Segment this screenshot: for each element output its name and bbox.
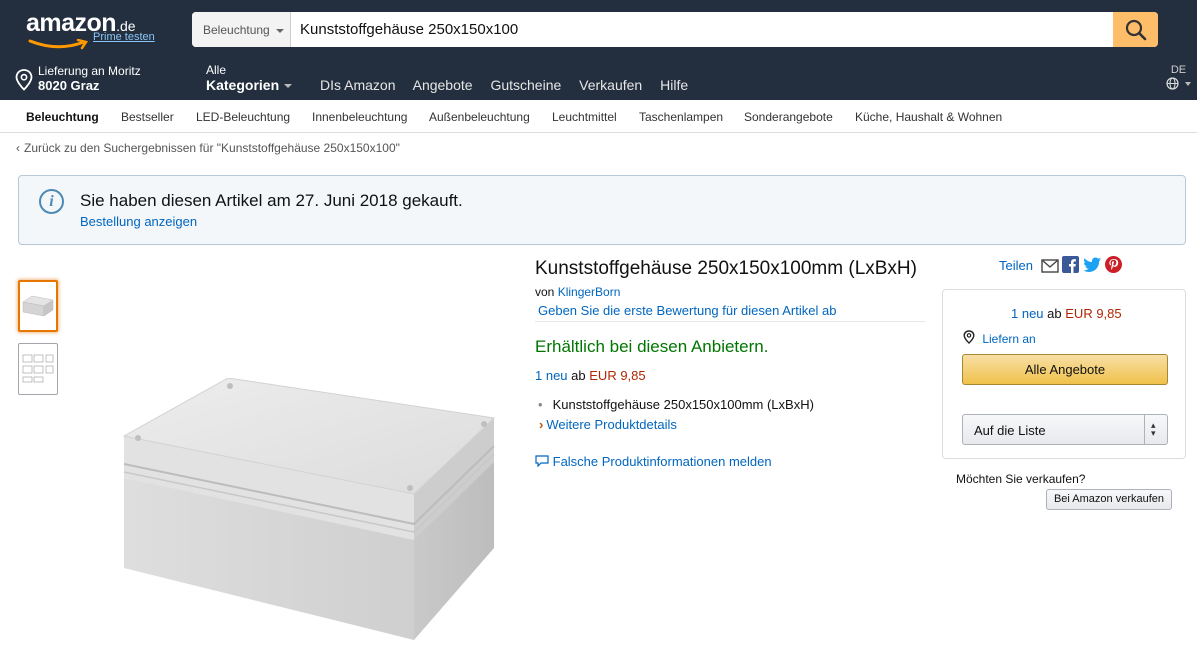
location-pin-icon xyxy=(963,330,975,344)
offer-price: EUR 9,85 xyxy=(589,368,646,383)
subnav-item-kitchen[interactable]: Küche, Haushalt & Wohnen xyxy=(855,110,1002,124)
thumbnail-2[interactable] xyxy=(18,343,58,395)
deliver-line1: Lieferung an Moritz xyxy=(38,64,141,78)
chevron-down-icon xyxy=(1185,81,1191,86)
search-bar: Beleuchtung xyxy=(192,12,1158,47)
subnav-item-flashlights[interactable]: Taschenlampen xyxy=(639,110,723,124)
search-category-label: Beleuchtung xyxy=(203,23,270,37)
buybox-offers-from: ab xyxy=(1047,306,1062,321)
all-offers-button[interactable]: Alle Angebote xyxy=(962,354,1168,385)
chevron-down-icon xyxy=(275,28,284,33)
language-label: DE xyxy=(1170,64,1187,76)
more-details-label: Weitere Produktdetails xyxy=(546,417,677,432)
report-info-link[interactable]: Falsche Produktinformationen melden xyxy=(535,454,772,469)
subnav-item-bulbs[interactable]: Leuchtmittel xyxy=(552,110,617,124)
updown-arrows-icon[interactable]: ▴ ▾ xyxy=(1151,421,1156,438)
buybox-deliver-to[interactable]: Liefern an xyxy=(963,330,1036,346)
buybox-deliver-label: Liefern an xyxy=(982,332,1036,346)
search-input[interactable] xyxy=(292,12,1112,47)
language-selector[interactable]: DE xyxy=(1166,64,1191,90)
amazon-logo[interactable]: amazon.de Prime testen xyxy=(26,9,155,50)
availability-sellers-link[interactable]: diesen Anbietern. xyxy=(637,337,768,356)
pinterest-icon[interactable] xyxy=(1105,256,1123,273)
search-icon xyxy=(1125,19,1146,40)
deliver-line2: 8020 Graz xyxy=(38,78,100,93)
buybox-offers: 1 neu ab EUR 9,85 xyxy=(1011,306,1122,321)
bullet-icon: • xyxy=(538,397,543,412)
purchased-notice-title: Sie haben diesen Artikel am 27. Juni 201… xyxy=(80,191,463,210)
subnav-item-outdoor[interactable]: Außenbeleuchtung xyxy=(429,110,530,124)
add-to-list-button[interactable]: Auf die Liste ▴ ▾ xyxy=(962,414,1168,445)
buy-box: 1 neu ab EUR 9,85 Liefern an Alle Angebo… xyxy=(942,289,1186,459)
sell-question: Möchten Sie verkaufen? xyxy=(956,472,1086,486)
byline-prefix: von xyxy=(535,285,555,299)
view-order-link[interactable]: Bestellung anzeigen xyxy=(80,214,197,229)
back-to-results-label: Zurück zu den Suchergebnissen für "Kunst… xyxy=(24,141,400,155)
product-title: Kunststoffgehäuse 250x150x100mm (LxBxH) xyxy=(535,258,917,279)
nav-links: DIs Amazon Angebote Gutscheine Verkaufen… xyxy=(320,77,702,93)
purchased-notice: i Sie haben diesen Artikel am 27. Juni 2… xyxy=(18,175,1186,245)
subnav-item-lighting[interactable]: Beleuchtung xyxy=(26,110,99,124)
buybox-new-offers-link[interactable]: 1 neu xyxy=(1011,306,1044,321)
divider xyxy=(535,321,925,322)
report-info-label: Falsche Produktinformationen melden xyxy=(552,454,772,469)
secondary-nav: Lieferung an Moritz 8020 Graz Alle Kateg… xyxy=(0,60,1197,100)
nav-link-help[interactable]: Hilfe xyxy=(660,77,688,93)
share-label[interactable]: Teilen xyxy=(999,258,1033,273)
facebook-icon[interactable] xyxy=(1062,256,1080,273)
chevron-down-icon xyxy=(284,84,293,89)
all-categories-menu[interactable]: Alle Kategorien xyxy=(206,63,293,93)
info-icon: i xyxy=(39,189,64,214)
subnav-item-indoor[interactable]: Innenbeleuchtung xyxy=(312,110,407,124)
thumbnail-drawing xyxy=(22,354,54,383)
location-pin-icon xyxy=(15,69,33,91)
availability-prefix: Erhältlich bei xyxy=(535,337,633,356)
feature-bullet: • Kunststoffgehäuse 250x150x100mm (LxBxH) xyxy=(538,397,814,412)
email-icon[interactable] xyxy=(1040,259,1059,273)
all-categories-line2: Kategorien xyxy=(206,77,280,93)
write-review-link[interactable]: Geben Sie die erste Bewertung für diesen… xyxy=(538,303,836,318)
thumbnail-image xyxy=(22,295,54,317)
new-offers-link[interactable]: 1 neu xyxy=(535,368,568,383)
more-details-link[interactable]: › Weitere Produktdetails xyxy=(539,417,677,432)
offers-from-label: ab xyxy=(571,368,586,383)
twitter-icon[interactable] xyxy=(1083,257,1102,273)
nav-link-coupons[interactable]: Gutscheine xyxy=(490,77,561,93)
chevron-right-icon: › xyxy=(539,417,544,432)
subnav-item-bestseller[interactable]: Bestseller xyxy=(121,110,174,124)
globe-icon xyxy=(1166,77,1179,90)
prime-link[interactable]: Prime testen xyxy=(93,31,155,43)
speech-bubble-icon xyxy=(535,455,549,468)
add-to-list-label: Auf die Liste xyxy=(974,423,1046,438)
buybox-price: EUR 9,85 xyxy=(1065,306,1122,321)
brand-link[interactable]: KlingerBorn xyxy=(558,285,621,299)
search-button[interactable] xyxy=(1113,12,1158,47)
top-nav: amazon.de Prime testen Beleuchtung xyxy=(0,0,1197,60)
nav-link-amazon[interactable]: DIs Amazon xyxy=(320,77,395,93)
smile-icon xyxy=(28,39,89,50)
nav-link-deals[interactable]: Angebote xyxy=(413,77,473,93)
feature-bullet-text: Kunststoffgehäuse 250x150x100mm (LxBxH) xyxy=(552,397,814,412)
offers-summary: 1 neu ab EUR 9,85 xyxy=(535,368,646,383)
product-image[interactable] xyxy=(118,378,498,642)
search-category-dropdown[interactable]: Beleuchtung xyxy=(192,12,291,47)
back-to-results-link[interactable]: ‹ Zurück zu den Suchergebnissen für "Kuns… xyxy=(16,141,400,155)
subnav-item-led[interactable]: LED-Beleuchtung xyxy=(196,110,290,124)
product-byline: von KlingerBorn xyxy=(535,285,620,299)
category-subnav: Beleuchtung Bestseller LED-Beleuchtung I… xyxy=(0,100,1197,133)
availability: Erhältlich bei diesen Anbietern. xyxy=(535,337,768,357)
nav-link-sell[interactable]: Verkaufen xyxy=(579,77,642,93)
sell-on-amazon-button[interactable]: Bei Amazon verkaufen xyxy=(1046,489,1172,510)
add-to-list-separator xyxy=(1144,415,1145,444)
all-categories-line1: Alle xyxy=(206,63,227,77)
share-row: Teilen xyxy=(999,256,1123,276)
chevron-left-icon: ‹ xyxy=(16,141,20,155)
subnav-item-specials[interactable]: Sonderangebote xyxy=(744,110,833,124)
thumbnail-1[interactable] xyxy=(18,280,58,332)
